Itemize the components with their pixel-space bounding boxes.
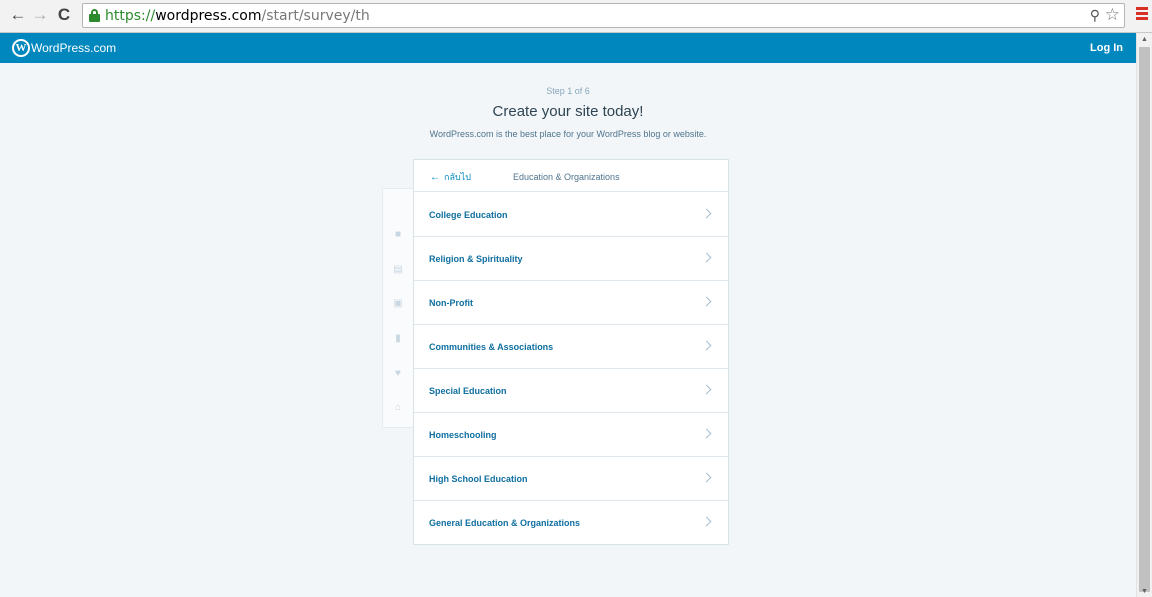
left-arrow-icon: ← — [430, 172, 440, 183]
scrollbar-thumb[interactable] — [1139, 47, 1150, 592]
chevron-right-icon — [701, 516, 712, 527]
back-arrow-icon[interactable]: ← — [8, 5, 28, 25]
card-header: ← กลับไป Education & Organizations — [414, 160, 728, 192]
page-title: Create your site today! — [492, 103, 644, 120]
list-item-label: Religion & Spirituality — [429, 254, 523, 264]
page-subtitle: WordPress.com is the best place for your… — [429, 129, 707, 139]
chevron-right-icon — [701, 296, 712, 307]
chevron-right-icon — [701, 252, 712, 263]
video-icon: ■ — [394, 229, 402, 240]
chevron-right-icon — [701, 428, 712, 439]
forward-arrow-icon[interactable]: → — [30, 5, 50, 25]
list-item-label: Homeschooling — [429, 430, 497, 440]
subcategory-card: ← กลับไป Education & Organizations Colleg… — [413, 159, 729, 545]
category-title: Education & Organizations — [513, 172, 620, 182]
list-item[interactable]: Non-Profit — [414, 281, 728, 325]
login-link[interactable]: Log In — [1090, 41, 1123, 55]
chevron-right-icon — [701, 472, 712, 483]
scroll-down-arrow-icon[interactable]: ▼ — [1141, 588, 1148, 595]
address-bar[interactable]: https://wordpress.com/start/survey/th ⚲ … — [82, 3, 1125, 28]
url-path: /start/survey/th — [261, 8, 370, 24]
list-item-label: General Education & Organizations — [429, 518, 581, 528]
scrollbar[interactable]: ▲ ▼ — [1136, 33, 1152, 597]
home-icon: ⌂ — [394, 402, 402, 413]
heart-icon: ♥ — [395, 368, 401, 379]
book-icon: ▮ — [395, 333, 401, 344]
brand-link[interactable]: WordPress.com — [31, 41, 116, 55]
list-item[interactable]: General Education & Organizations — [414, 501, 728, 545]
url-text[interactable]: https://wordpress.com/start/survey/th — [105, 7, 370, 25]
list-item-label: Communities & Associations — [429, 342, 554, 352]
wordpress-logo-icon[interactable]: W — [12, 39, 30, 57]
list-item[interactable]: Special Education — [414, 369, 728, 413]
chevron-right-icon — [701, 384, 712, 395]
list-item-label: Non-Profit — [429, 298, 473, 308]
step-indicator: Step 1 of 6 — [546, 86, 590, 96]
list-item[interactable]: College Education — [414, 193, 728, 237]
building-icon: ▤ — [393, 264, 403, 275]
masterbar: W WordPress.com Log In — [0, 33, 1136, 63]
bookmark-star-icon[interactable]: ☆ — [1105, 5, 1120, 25]
reload-icon[interactable]: C — [54, 5, 74, 25]
lock-icon — [89, 9, 100, 22]
list-item[interactable]: Religion & Spirituality — [414, 237, 728, 281]
list-item[interactable]: High School Education — [414, 457, 728, 501]
chevron-right-icon — [701, 208, 712, 219]
url-host: wordpress.com — [155, 8, 262, 24]
briefcase-icon: ▣ — [393, 298, 403, 309]
zoom-icon[interactable]: ⚲ — [1090, 7, 1100, 24]
list-item[interactable]: Homeschooling — [414, 413, 728, 457]
url-scheme: https:// — [105, 8, 156, 24]
back-button[interactable]: ← กลับไป — [430, 171, 471, 184]
list-item[interactable]: Communities & Associations — [414, 325, 728, 369]
chevron-right-icon — [701, 340, 712, 351]
browser-menu-icon[interactable] — [1136, 7, 1148, 20]
list-item-label: Special Education — [429, 386, 507, 396]
list-item-label: College Education — [429, 210, 508, 220]
scroll-up-arrow-icon[interactable]: ▲ — [1141, 36, 1148, 43]
browser-toolbar: ← → C https://wordpress.com/start/survey… — [0, 0, 1152, 33]
list-item-label: High School Education — [429, 474, 528, 484]
back-label: กลับไป — [444, 172, 471, 182]
